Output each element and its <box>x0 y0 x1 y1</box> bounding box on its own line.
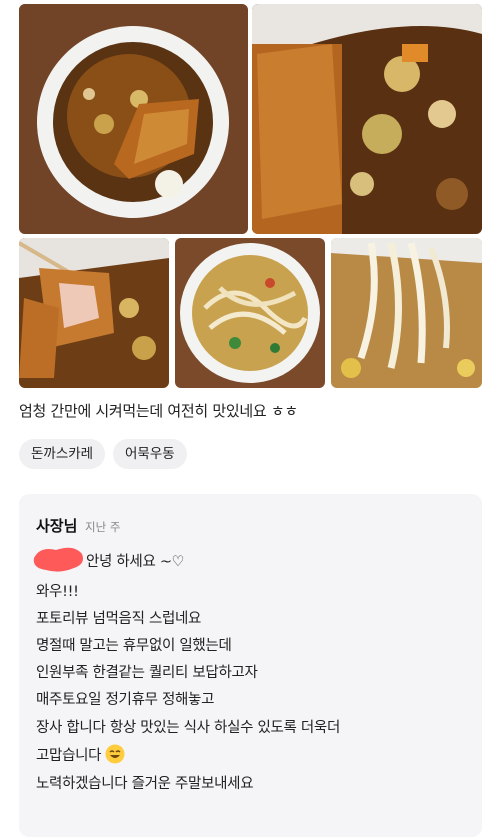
curry-closeup-photo <box>252 4 482 234</box>
review-photo-2[interactable] <box>252 4 482 234</box>
reply-timestamp: 지난 주 <box>85 520 121 534</box>
reply-author: 사장님 <box>36 517 78 535</box>
review-photo-4[interactable] <box>175 238 325 388</box>
reply-line-5: 매주토요일 정기휴무 정해놓고 <box>36 692 215 708</box>
review-text: 엄청 간만에 시켜먹는데 여전히 맛있네요 ㅎㅎ <box>19 402 298 420</box>
reply-line-4: 인원부족 한결같는 퀄리티 보답하고자 <box>36 665 258 681</box>
review-photo-1[interactable] <box>19 4 248 234</box>
cutlet-chopsticks-photo <box>19 238 169 388</box>
udon-bowl-photo <box>175 238 325 388</box>
reply-line-7-text: 고맙습니다 <box>36 748 102 764</box>
reply-line-6: 장사 합니다 항상 맛있는 식사 하실수 있도록 더욱더 <box>36 720 341 736</box>
reply-line-2: 포토리뷰 넘먹음직 스럽네요 <box>36 611 202 627</box>
review-photo-3[interactable] <box>19 238 169 388</box>
redacted-name-scribble <box>33 547 83 572</box>
review-photo-5[interactable] <box>331 238 482 388</box>
reply-line-1: 와우!!! <box>36 584 79 600</box>
reply-greeting: 안녕 하세요 ~♡ <box>86 554 185 570</box>
reply-line-7: 고맙습니다 <box>36 744 125 765</box>
udon-noodles-photo <box>331 238 482 388</box>
curry-bowl-photo <box>19 4 248 234</box>
smiling-face-icon <box>105 744 125 764</box>
reply-line-3: 명절때 말고는 휴무없이 일했는데 <box>36 638 232 654</box>
menu-tag-pork-cutlet-curry[interactable]: 돈까스카레 <box>19 439 106 469</box>
menu-tag-fishcake-udon[interactable]: 어묵우동 <box>113 439 187 469</box>
reply-line-8: 노력하겠습니다 즐거운 주말보내세요 <box>36 776 254 792</box>
